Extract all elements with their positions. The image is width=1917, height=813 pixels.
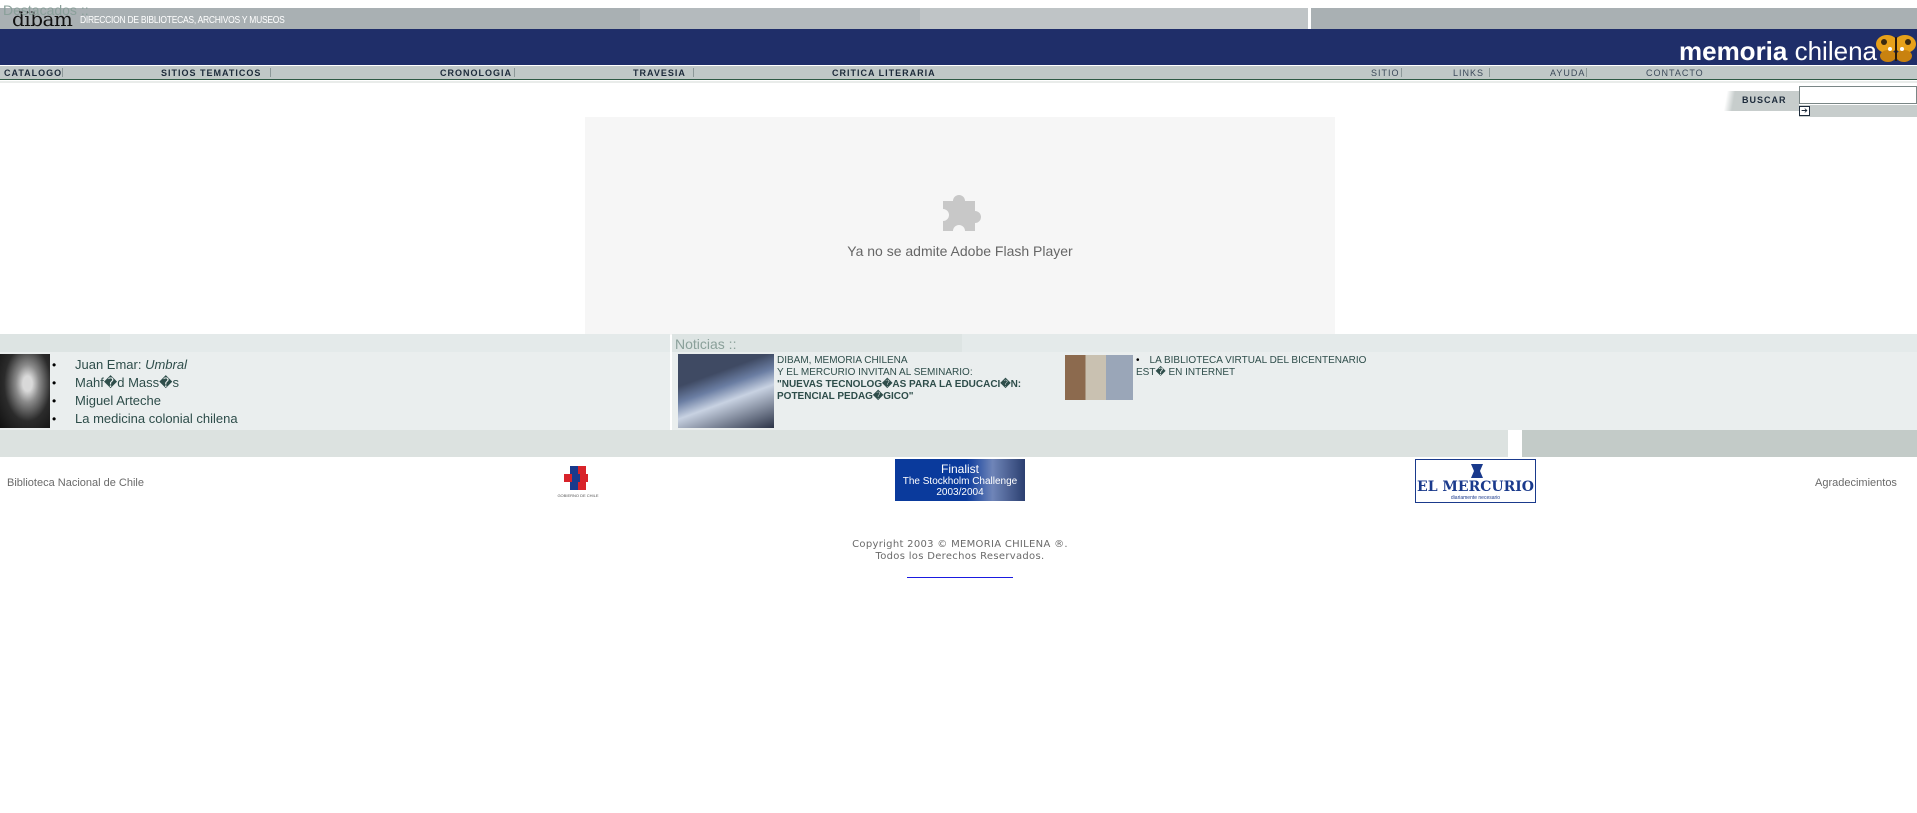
nav-separator [1489,68,1490,77]
noticias-header [672,334,1917,352]
memoria-chilena-logo[interactable]: memoria chilena [1679,38,1877,64]
top-strip: dibam DIRECCION DE BIBLIOTECAS, ARCHIVOS… [0,8,1917,29]
nav-catalogo[interactable]: CATALOGO [4,68,62,78]
brand-band: memoria chilena [0,29,1917,65]
noticia-line: Y EL MERCURIO INVITAN AL SEMINARIO: [777,367,973,378]
band-dark [1522,430,1917,457]
top-strip-segment [920,8,1308,29]
stockholm-sub: The Stockholm Challenge [902,476,1018,487]
destacado-item[interactable]: La medicina colonial chilena [52,410,238,428]
bullet: • [1136,355,1140,366]
noticias-title: Noticias :: [675,336,737,352]
flash-placeholder: Ya no se admite Adobe Flash Player [585,117,1335,335]
brand-light: chilena [1787,36,1877,66]
nav-travesia[interactable]: TRAVESIA [633,68,686,78]
brand-bold: memoria [1678,36,1788,66]
nav-critica-literaria[interactable]: CRITICA LITERARIA [832,68,936,78]
noticia-photo[interactable] [1065,355,1133,400]
mercurio-name: EL MERCURIO [1417,479,1534,495]
flash-message: Ya no se admite Adobe Flash Player [847,243,1073,259]
destacados-header [0,334,670,352]
search-label: BUSCAR [1742,95,1787,105]
nav-cronologia[interactable]: CRONOLOGIA [440,68,512,78]
noticia-biblioteca[interactable]: • LA BIBLIOTECA VIRTUAL DEL BICENTENARIO … [1136,355,1396,379]
nav-separator [270,68,271,77]
nav-underline [0,81,1917,83]
nav-separator [693,68,694,77]
nav-links[interactable]: LINKS [1453,68,1484,78]
destacado-item[interactable]: Juan Emar: Umbral [52,356,238,374]
search-bottom [1799,105,1917,117]
destacado-item[interactable]: Miguel Arteche [52,392,238,410]
destacados-list: Juan Emar: Umbral Mahf�d Mass�s Miguel A… [52,356,238,428]
band-gap [1508,430,1522,457]
noticia-seminario[interactable]: DIBAM, MEMORIA CHILENA Y EL MERCURIO INV… [777,355,1037,403]
stockholm-year: 2003/2004 [936,487,984,498]
noticia-line: DIBAM, MEMORIA CHILENA [777,355,908,366]
nav-sitios-tematicos[interactable]: SITIOS TEMATICOS [161,68,261,78]
biblioteca-nacional-link[interactable]: Biblioteca Nacional de Chile [7,477,144,489]
destacado-text: Mahf�d Mass�s [75,375,179,390]
nav-sitio[interactable]: SITIO [1371,68,1400,78]
destacado-text: La medicina colonial chilena [75,411,238,426]
destacado-text: Juan Emar: [75,357,146,372]
destacados-title: Destacados :: [3,2,89,18]
nav-separator [1586,68,1587,77]
header-fade [110,334,670,352]
nav-ayuda[interactable]: AYUDA [1550,68,1585,78]
separator-band [0,430,1917,457]
mercurio-emblem-icon [1471,464,1483,478]
stockholm-challenge-banner[interactable]: Finalist The Stockholm Challenge 2003/20… [895,459,1025,501]
copyright-rule [907,577,1013,578]
header-fade [962,334,1917,352]
top-strip-segment [640,8,920,29]
noticia-photo[interactable] [678,354,774,428]
nav-separator [514,68,515,77]
search-go-icon[interactable]: ➔ [1799,106,1810,116]
mercurio-tagline: diariamente necesario [1450,495,1501,501]
copyright-line: Todos los Derechos Reservados. [875,551,1045,562]
noticia-text: LA BIBLIOTECA VIRTUAL DEL BICENTENARIO E… [1136,355,1367,378]
destacado-item[interactable]: Mahf�d Mass�s [52,374,238,392]
nav-separator [62,68,63,77]
nav-contacto[interactable]: CONTACTO [1646,68,1704,78]
copyright: Copyright 2003 © MEMORIA CHILENA ®. Todo… [760,539,1160,563]
dibam-subtitle: DIRECCION DE BIBLIOTECAS, ARCHIVOS Y MUS… [80,15,285,26]
nav-separator [1401,68,1402,77]
destacados-photo[interactable] [0,354,50,428]
el-mercurio-logo[interactable]: EL MERCURIO diariamente necesario [1415,459,1536,503]
main-nav: CATALOGO SITIOS TEMATICOS CRONOLOGIA TRA… [0,66,1917,80]
gobierno-text: GOBIERNO DE CHILE [557,493,599,498]
agradecimientos-link[interactable]: Agradecimientos [1815,477,1897,489]
destacado-italic: Umbral [145,357,187,372]
top-strip-gap [1308,8,1311,29]
butterfly-icon [1876,35,1916,62]
noticia-bold-title: "NUEVAS TECNOLOG�AS PARA LA EDUCACI�N: P… [777,379,1022,402]
puzzle-icon [943,195,981,231]
stockholm-title: Finalist [940,462,979,476]
search-input[interactable] [1799,86,1917,104]
destacado-text: Miguel Arteche [75,393,161,408]
copyright-line: Copyright 2003 © MEMORIA CHILENA ®. [852,539,1068,550]
